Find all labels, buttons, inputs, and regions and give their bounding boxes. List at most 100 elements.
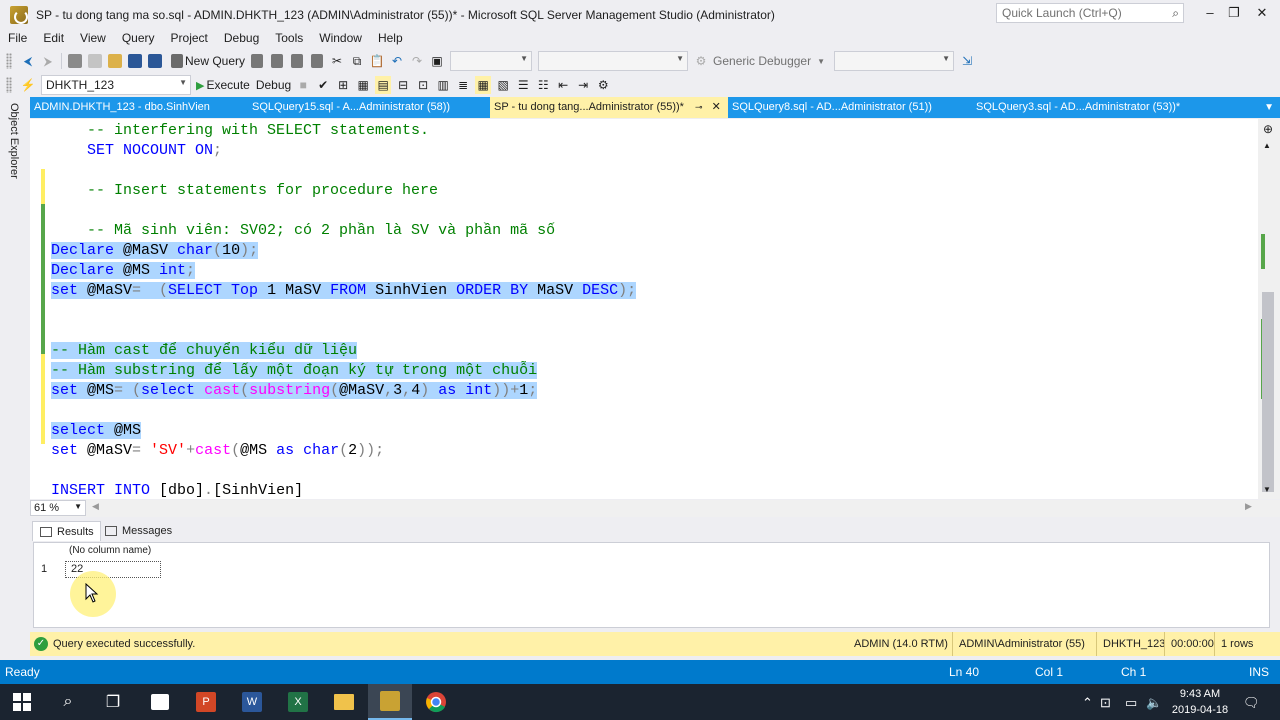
menu-file[interactable]: File [0, 30, 35, 48]
connect-icon[interactable]: ⚡ [20, 76, 36, 94]
code-line[interactable]: set @MS= (select cast(substring(@MaSV,3,… [51, 381, 538, 401]
generic-debugger-label[interactable]: Generic Debugger [713, 54, 811, 68]
parse-icon[interactable]: ✔ [315, 76, 331, 94]
copy-icon[interactable]: ⧉ [349, 52, 365, 70]
dmx-query-icon[interactable] [269, 52, 285, 70]
battery-icon[interactable]: ▭ [1125, 695, 1137, 711]
save-icon[interactable] [127, 52, 143, 70]
scroll-up-icon[interactable]: ▲ [1263, 141, 1271, 150]
toolbar-grip[interactable] [6, 77, 12, 93]
menu-window[interactable]: Window [311, 30, 370, 48]
network-icon[interactable]: ⊡ [1100, 695, 1111, 711]
forward-icon[interactable]: ⮞ [40, 52, 56, 70]
tab-results[interactable]: Results [32, 521, 101, 541]
taskbar-clock[interactable]: 9:43 AM 2019-04-18 [1170, 686, 1230, 718]
code-line[interactable]: select @MS [51, 421, 142, 441]
task-view-icon[interactable]: ❐ [101, 690, 125, 714]
live-stats-icon[interactable]: ⊡ [415, 76, 431, 94]
actual-plan-icon[interactable]: ⊟ [395, 76, 411, 94]
new-project-icon[interactable] [67, 52, 83, 70]
query-designer-icon[interactable]: ▦ [355, 76, 371, 94]
menu-query[interactable]: Query [114, 30, 163, 48]
minimize-button[interactable]: – [1200, 5, 1220, 23]
debug-button[interactable]: Debug [254, 76, 291, 94]
toolbar-options-icon[interactable]: ⇲ [959, 52, 975, 70]
menu-tools[interactable]: Tools [267, 30, 311, 48]
indent-icon[interactable]: ⇥ [575, 76, 591, 94]
scroll-down-icon[interactable]: ▼ [1263, 485, 1271, 494]
volume-icon[interactable]: 🔈 [1146, 695, 1162, 711]
chrome-icon[interactable] [424, 690, 448, 714]
cut-icon[interactable]: ✂ [329, 52, 345, 70]
code-line[interactable]: Declare @MaSV char(10); [51, 241, 259, 261]
execute-button[interactable]: ▶ Execute [196, 76, 250, 94]
database-select[interactable]: DHKTH_123 ▼ [41, 75, 191, 95]
solution-config-select[interactable]: ▼ [450, 51, 533, 71]
open-file-icon[interactable] [107, 52, 123, 70]
code-line[interactable]: SET NOCOUNT ON; [51, 141, 222, 161]
ssms-taskbar-icon[interactable] [368, 684, 412, 720]
redo-icon[interactable]: ↷ [409, 52, 425, 70]
editor-vertical-scrollbar[interactable]: ⊕ ▲ ▼ [1258, 119, 1280, 499]
code-line[interactable]: INSERT INTO [dbo].[SinhVien] [51, 481, 303, 499]
code-line[interactable]: -- interfering with SELECT statements. [51, 121, 429, 141]
scroll-right-icon[interactable]: ▶ [1245, 501, 1252, 512]
code-line[interactable]: -- Insert statements for procedure here [51, 181, 438, 201]
code-line[interactable]: -- Hàm substring để lấy một đoạn ký tự t… [51, 361, 538, 381]
pin-icon[interactable]: ⊸ [695, 102, 703, 112]
save-all-icon[interactable] [147, 52, 163, 70]
comment-icon[interactable]: ☰ [515, 76, 531, 94]
menu-project[interactable]: Project [163, 30, 216, 48]
scrollbar-thumb[interactable] [1262, 292, 1274, 492]
menu-help[interactable]: Help [370, 30, 411, 48]
zoom-select[interactable]: 61 % ▼ [30, 500, 86, 516]
scroll-left-icon[interactable]: ◀ [92, 501, 99, 512]
search-icon[interactable]: ⌕ [56, 690, 80, 714]
specify-values-icon[interactable]: ⚙ [595, 76, 611, 94]
code-line[interactable]: set @MaSV= 'SV'+cast(@MS as char(2)); [51, 441, 384, 461]
column-header[interactable]: (No column name) [69, 545, 151, 556]
quick-launch-input[interactable]: Quick Launch (Ctrl+Q) ⌕ [996, 3, 1184, 23]
excel-icon[interactable]: X [286, 690, 310, 714]
notifications-icon[interactable]: 🗨 [1243, 695, 1260, 711]
tray-chevron-icon[interactable]: ⌃ [1082, 695, 1093, 711]
client-stats-icon[interactable]: ▥ [435, 76, 451, 94]
code-line[interactable]: -- Mã sinh viên: SV02; có 2 phần là SV v… [51, 221, 555, 241]
back-icon[interactable]: ⮜ [20, 52, 36, 70]
windows-start-icon[interactable] [10, 690, 34, 714]
tab-overflow-icon[interactable]: ▼ [1264, 97, 1274, 118]
stop-icon[interactable]: ■ [295, 76, 311, 94]
tab-sqlquery3[interactable]: SQLQuery3.sql - AD...Administrator (53))… [972, 97, 1212, 118]
uncomment-icon[interactable]: ☷ [535, 76, 551, 94]
undo-icon[interactable]: ↶ [389, 52, 405, 70]
debug-target-select[interactable]: ▼ [834, 51, 955, 71]
intellisense-icon[interactable]: ▤ [375, 76, 392, 94]
dax-query-icon[interactable] [309, 52, 325, 70]
results-to-file-icon[interactable]: ▧ [495, 76, 511, 94]
add-item-icon[interactable] [87, 52, 103, 70]
tab-messages[interactable]: Messages [98, 521, 178, 541]
code-line[interactable]: -- Hàm cast để chuyển kiểu dữ liệu [51, 341, 358, 361]
row-number[interactable]: 1 [41, 563, 47, 575]
powerpoint-icon[interactable]: P [194, 690, 218, 714]
display-plan-icon[interactable]: ⊞ [335, 76, 351, 94]
new-query-button[interactable]: New Query [171, 52, 245, 70]
tab-sqlquery8[interactable]: SQLQuery8.sql - AD...Administrator (51)) [728, 97, 972, 118]
tab-sqlquery15[interactable]: SQLQuery15.sql - A...Administrator (58)) [248, 97, 490, 118]
mdx-query-icon[interactable] [249, 52, 265, 70]
word-icon[interactable]: W [240, 690, 264, 714]
menu-edit[interactable]: Edit [35, 30, 72, 48]
paste-icon[interactable]: 📋 [369, 52, 385, 70]
menu-view[interactable]: View [72, 30, 114, 48]
toolbar-grip[interactable] [6, 53, 12, 69]
results-to-grid-icon[interactable]: ▦ [475, 76, 492, 94]
file-explorer-icon[interactable] [332, 690, 356, 714]
split-icon[interactable]: ⊕ [1263, 122, 1273, 136]
activity-monitor-icon[interactable]: ▣ [429, 52, 445, 70]
close-tab-icon[interactable]: ✕ [712, 101, 721, 113]
results-to-text-icon[interactable]: ≣ [455, 76, 471, 94]
debugger-dropdown-icon[interactable]: ▼ [813, 52, 829, 70]
menu-debug[interactable]: Debug [216, 30, 267, 48]
tab-sp-tu-dong-tang[interactable]: SP - tu dong tang...Administrator (55))*… [490, 97, 728, 118]
platform-select[interactable]: ▼ [538, 51, 689, 71]
